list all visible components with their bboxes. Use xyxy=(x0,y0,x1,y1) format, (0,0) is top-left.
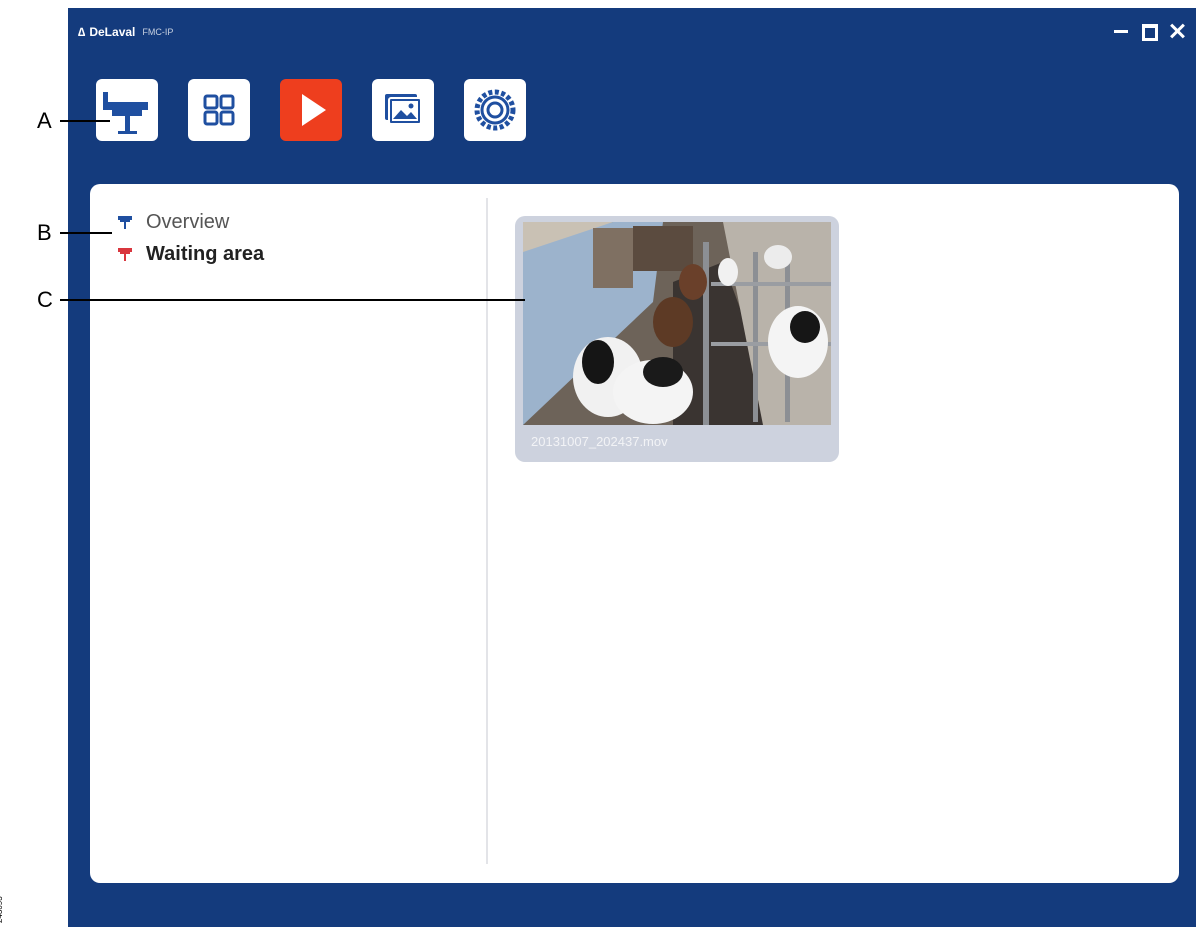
minimize-button[interactable] xyxy=(1112,22,1130,40)
document-number: 243093 xyxy=(0,896,4,923)
callout-line-b xyxy=(60,232,112,234)
window-controls xyxy=(1112,22,1186,41)
tree-item-label: Overview xyxy=(146,210,230,233)
grid-layout-icon xyxy=(203,94,235,126)
content-panel: Overview Waiting area 20131007_202437.mo… xyxy=(90,184,1179,883)
settings-button[interactable] xyxy=(464,79,526,141)
camera-overview-button[interactable] xyxy=(96,79,158,141)
callout-line-c xyxy=(60,299,525,301)
gallery-icon xyxy=(385,94,422,125)
delaval-logo-icon: ∆ xyxy=(78,25,86,39)
product-name: FMC-IP xyxy=(142,27,174,37)
camera-icon xyxy=(116,213,134,231)
app-window: ∆ DeLaval FMC-IP Overview Waiting area 2… xyxy=(68,8,1196,927)
close-button[interactable] xyxy=(1168,22,1186,40)
brand-header: ∆ DeLaval FMC-IP xyxy=(78,25,173,39)
tree-item-label: Waiting area xyxy=(146,242,265,265)
brand-name: DeLaval xyxy=(89,25,136,39)
callout-label-c: C xyxy=(37,287,53,312)
play-icon xyxy=(302,94,326,126)
grid-layout-button[interactable] xyxy=(188,79,250,141)
tree-item-waiting-area[interactable]: Waiting area xyxy=(116,238,264,270)
playback-button[interactable] xyxy=(280,79,342,141)
camera-icon xyxy=(116,245,134,263)
callout-label-b: B xyxy=(37,220,52,245)
camera-tree: Overview Waiting area xyxy=(116,206,264,270)
callout-line-a xyxy=(60,120,110,122)
panel-divider xyxy=(486,198,488,864)
settings-gear-icon xyxy=(474,89,516,131)
gallery-button[interactable] xyxy=(372,79,434,141)
callout-label-a: A xyxy=(37,108,52,133)
video-preview-image xyxy=(523,222,831,425)
recording-thumbnail[interactable]: 20131007_202437.mov xyxy=(515,216,839,462)
tree-item-overview[interactable]: Overview xyxy=(116,206,264,238)
recording-filename: 20131007_202437.mov xyxy=(531,434,668,449)
camera-overview-icon xyxy=(103,92,148,134)
maximize-button[interactable] xyxy=(1140,22,1158,41)
